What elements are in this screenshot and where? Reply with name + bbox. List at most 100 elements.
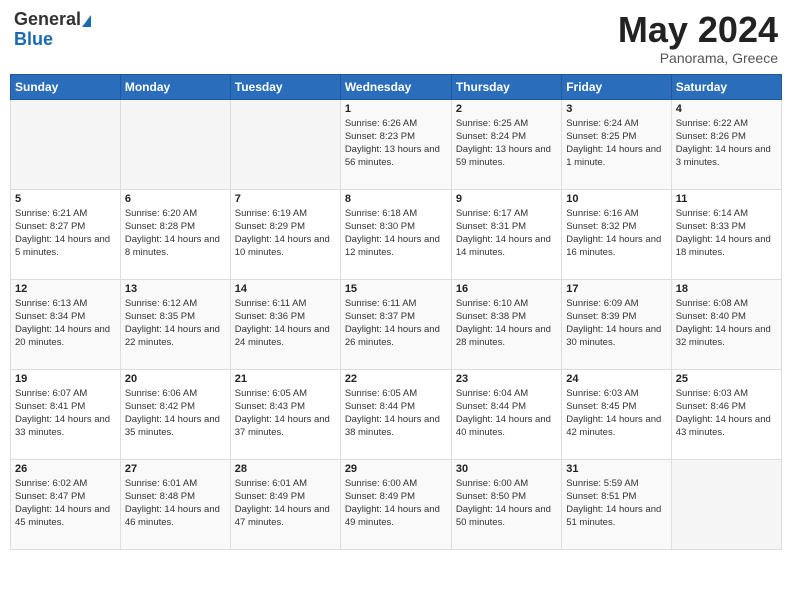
calendar-day-cell: 25 Sunrise: 6:03 AM Sunset: 8:46 PM Dayli… bbox=[671, 369, 781, 459]
day-info: Sunrise: 6:05 AM Sunset: 8:44 PM Dayligh… bbox=[345, 387, 447, 440]
calendar-week-row: 1Sunrise: 6:26 AM Sunset: 8:23 PM Daylig… bbox=[11, 99, 782, 189]
day-number: 25 bbox=[676, 373, 777, 385]
calendar-day-cell: 9Sunrise: 6:17 AM Sunset: 8:31 PM Daylig… bbox=[451, 189, 561, 279]
day-number: 28 bbox=[235, 463, 336, 475]
day-number: 19 bbox=[15, 373, 116, 385]
day-number: 16 bbox=[456, 283, 557, 295]
calendar-day-cell: 24Sunrise: 6:03 AM Sunset: 8:45 PM Dayli… bbox=[562, 369, 671, 459]
day-info: Sunrise: 6:09 AM Sunset: 8:39 PM Dayligh… bbox=[566, 297, 666, 350]
day-number: 5 bbox=[15, 193, 116, 205]
day-number: 3 bbox=[566, 103, 666, 115]
calendar-day-cell: 7 Sunrise: 6:19 AM Sunset: 8:29 PM Daylig… bbox=[230, 189, 340, 279]
day-info: Sunrise: 6:03 AM Sunset: 8:45 PM Dayligh… bbox=[566, 387, 666, 440]
calendar-day-cell bbox=[230, 99, 340, 189]
day-number: 29 bbox=[345, 463, 447, 475]
calendar-day-cell bbox=[120, 99, 230, 189]
day-number: 2 bbox=[456, 103, 557, 115]
weekday-header: Thursday bbox=[451, 74, 561, 99]
day-number: 13 bbox=[125, 283, 226, 295]
day-info: Sunrise: 6:25 AM Sunset: 8:24 PM Dayligh… bbox=[456, 117, 557, 170]
day-info: Sunrise: 6:16 AM Sunset: 8:32 PM Dayligh… bbox=[566, 207, 666, 260]
calendar-day-cell: 16Sunrise: 6:10 AM Sunset: 8:38 PM Dayli… bbox=[451, 279, 561, 369]
day-info: Sunrise: 6:19 AM Sunset: 8:29 PM Dayligh… bbox=[235, 207, 336, 260]
day-number: 11 bbox=[676, 193, 777, 205]
calendar-day-cell: 31 Sunrise: 5:59 AM Sunset: 8:51 PM Dayli… bbox=[562, 459, 671, 549]
calendar-day-cell: 6 Sunrise: 6:20 AM Sunset: 8:28 PM Daylig… bbox=[120, 189, 230, 279]
day-number: 7 bbox=[235, 193, 336, 205]
day-info: Sunrise: 6:02 AM Sunset: 8:47 PM Dayligh… bbox=[15, 477, 116, 530]
day-info: Sunrise: 6:18 AM Sunset: 8:30 PM Dayligh… bbox=[345, 207, 447, 260]
day-number: 8 bbox=[345, 193, 447, 205]
calendar-day-cell: 5 Sunrise: 6:21 AM Sunset: 8:27 PM Daylig… bbox=[11, 189, 121, 279]
logo-triangle-icon bbox=[82, 15, 91, 27]
calendar-day-cell: 14Sunrise: 6:11 AM Sunset: 8:36 PM Dayli… bbox=[230, 279, 340, 369]
day-info: Sunrise: 6:08 AM Sunset: 8:40 PM Dayligh… bbox=[676, 297, 777, 350]
calendar-day-cell: 22 Sunrise: 6:05 AM Sunset: 8:44 PM Dayli… bbox=[340, 369, 451, 459]
day-info: Sunrise: 6:03 AM Sunset: 8:46 PM Dayligh… bbox=[676, 387, 777, 440]
day-info: Sunrise: 6:14 AM Sunset: 8:33 PM Dayligh… bbox=[676, 207, 777, 260]
day-number: 12 bbox=[15, 283, 116, 295]
day-info: Sunrise: 6:07 AM Sunset: 8:41 PM Dayligh… bbox=[15, 387, 116, 440]
day-number: 22 bbox=[345, 373, 447, 385]
day-info: Sunrise: 6:13 AM Sunset: 8:34 PM Dayligh… bbox=[15, 297, 116, 350]
page-header: General Blue May 2024 Panorama, Greece bbox=[10, 10, 782, 66]
title-block: May 2024 Panorama, Greece bbox=[618, 10, 778, 66]
calendar-day-cell: 19 Sunrise: 6:07 AM Sunset: 8:41 PM Dayli… bbox=[11, 369, 121, 459]
day-number: 18 bbox=[676, 283, 777, 295]
day-number: 17 bbox=[566, 283, 666, 295]
day-info: Sunrise: 6:01 AM Sunset: 8:48 PM Dayligh… bbox=[125, 477, 226, 530]
calendar-table: SundayMondayTuesdayWednesdayThursdayFrid… bbox=[10, 74, 782, 550]
day-number: 9 bbox=[456, 193, 557, 205]
calendar-location: Panorama, Greece bbox=[618, 50, 778, 66]
day-number: 31 bbox=[566, 463, 666, 475]
weekday-header: Saturday bbox=[671, 74, 781, 99]
day-info: Sunrise: 6:21 AM Sunset: 8:27 PM Dayligh… bbox=[15, 207, 116, 260]
calendar-title: May 2024 bbox=[618, 10, 778, 50]
day-number: 27 bbox=[125, 463, 226, 475]
calendar-week-row: 19 Sunrise: 6:07 AM Sunset: 8:41 PM Dayli… bbox=[11, 369, 782, 459]
calendar-day-cell: 4 Sunrise: 6:22 AM Sunset: 8:26 PM Daylig… bbox=[671, 99, 781, 189]
calendar-day-cell: 18 Sunrise: 6:08 AM Sunset: 8:40 PM Dayli… bbox=[671, 279, 781, 369]
day-info: Sunrise: 6:05 AM Sunset: 8:43 PM Dayligh… bbox=[235, 387, 336, 440]
day-info: Sunrise: 6:11 AM Sunset: 8:37 PM Dayligh… bbox=[345, 297, 447, 350]
calendar-day-cell: 20Sunrise: 6:06 AM Sunset: 8:42 PM Dayli… bbox=[120, 369, 230, 459]
day-number: 6 bbox=[125, 193, 226, 205]
day-info: Sunrise: 6:20 AM Sunset: 8:28 PM Dayligh… bbox=[125, 207, 226, 260]
day-info: Sunrise: 6:04 AM Sunset: 8:44 PM Dayligh… bbox=[456, 387, 557, 440]
calendar-day-cell: 27 Sunrise: 6:01 AM Sunset: 8:48 PM Dayli… bbox=[120, 459, 230, 549]
day-number: 4 bbox=[676, 103, 777, 115]
weekday-header: Sunday bbox=[11, 74, 121, 99]
calendar-week-row: 12 Sunrise: 6:13 AM Sunset: 8:34 PM Dayli… bbox=[11, 279, 782, 369]
day-info: Sunrise: 6:24 AM Sunset: 8:25 PM Dayligh… bbox=[566, 117, 666, 170]
calendar-day-cell: 10Sunrise: 6:16 AM Sunset: 8:32 PM Dayli… bbox=[562, 189, 671, 279]
calendar-day-cell: 1Sunrise: 6:26 AM Sunset: 8:23 PM Daylig… bbox=[340, 99, 451, 189]
calendar-day-cell: 8 Sunrise: 6:18 AM Sunset: 8:30 PM Daylig… bbox=[340, 189, 451, 279]
calendar-day-cell: 13Sunrise: 6:12 AM Sunset: 8:35 PM Dayli… bbox=[120, 279, 230, 369]
calendar-week-row: 26Sunrise: 6:02 AM Sunset: 8:47 PM Dayli… bbox=[11, 459, 782, 549]
calendar-day-cell: 2 Sunrise: 6:25 AM Sunset: 8:24 PM Daylig… bbox=[451, 99, 561, 189]
day-info: Sunrise: 6:11 AM Sunset: 8:36 PM Dayligh… bbox=[235, 297, 336, 350]
day-info: Sunrise: 6:00 AM Sunset: 8:49 PM Dayligh… bbox=[345, 477, 447, 530]
calendar-day-cell: 23Sunrise: 6:04 AM Sunset: 8:44 PM Dayli… bbox=[451, 369, 561, 459]
day-number: 15 bbox=[345, 283, 447, 295]
day-number: 20 bbox=[125, 373, 226, 385]
calendar-day-cell: 17 Sunrise: 6:09 AM Sunset: 8:39 PM Dayli… bbox=[562, 279, 671, 369]
day-number: 21 bbox=[235, 373, 336, 385]
calendar-day-cell: 21 Sunrise: 6:05 AM Sunset: 8:43 PM Dayli… bbox=[230, 369, 340, 459]
calendar-day-cell: 3 Sunrise: 6:24 AM Sunset: 8:25 PM Daylig… bbox=[562, 99, 671, 189]
logo: General Blue bbox=[14, 10, 91, 50]
calendar-day-cell: 15 Sunrise: 6:11 AM Sunset: 8:37 PM Dayli… bbox=[340, 279, 451, 369]
calendar-day-cell: 30Sunrise: 6:00 AM Sunset: 8:50 PM Dayli… bbox=[451, 459, 561, 549]
day-number: 30 bbox=[456, 463, 557, 475]
logo-blue-text: Blue bbox=[14, 30, 53, 50]
weekday-header: Wednesday bbox=[340, 74, 451, 99]
weekday-header: Monday bbox=[120, 74, 230, 99]
day-info: Sunrise: 6:22 AM Sunset: 8:26 PM Dayligh… bbox=[676, 117, 777, 170]
calendar-day-cell bbox=[11, 99, 121, 189]
calendar-week-row: 5 Sunrise: 6:21 AM Sunset: 8:27 PM Daylig… bbox=[11, 189, 782, 279]
weekday-header-row: SundayMondayTuesdayWednesdayThursdayFrid… bbox=[11, 74, 782, 99]
day-number: 1 bbox=[345, 103, 447, 115]
day-info: Sunrise: 5:59 AM Sunset: 8:51 PM Dayligh… bbox=[566, 477, 666, 530]
calendar-day-cell: 26Sunrise: 6:02 AM Sunset: 8:47 PM Dayli… bbox=[11, 459, 121, 549]
calendar-day-cell: 28Sunrise: 6:01 AM Sunset: 8:49 PM Dayli… bbox=[230, 459, 340, 549]
